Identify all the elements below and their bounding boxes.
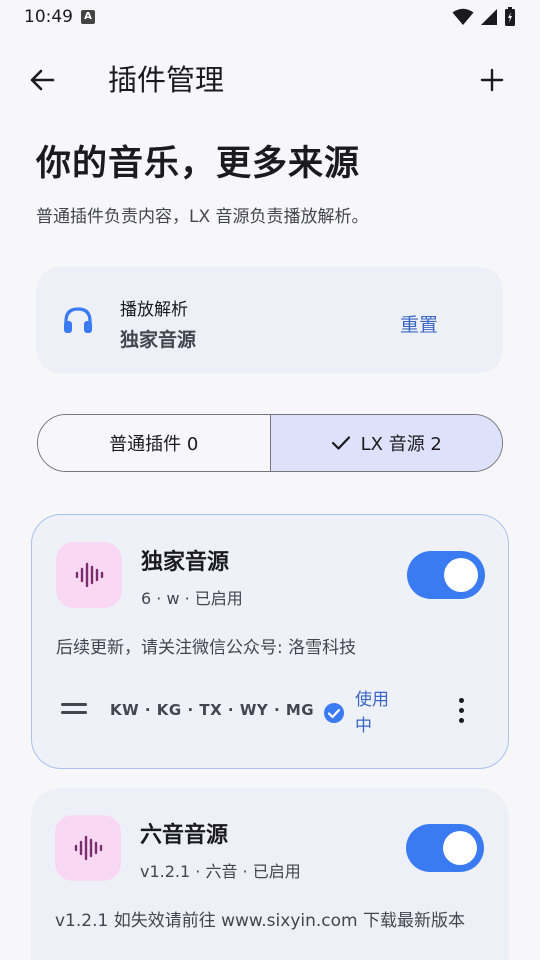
add-plugin-button[interactable] <box>472 60 512 100</box>
toggle-knob <box>444 558 478 592</box>
wifi-icon <box>452 8 474 25</box>
plugin-type-tabs: 普通插件 0 LX 音源 2 <box>37 414 503 472</box>
plugin-description: v1.2.1 如失效请前往 www.sixyin.com 下载最新版本 <box>55 911 465 931</box>
in-use-label: 使用中 <box>355 690 389 736</box>
hero-title: 你的音乐，更多来源 <box>36 144 361 184</box>
in-use-indicator: 使用中 <box>323 687 395 739</box>
tab-lx-sources[interactable]: LX 音源 2 <box>270 415 502 471</box>
plugin-name: 独家音源 <box>141 550 230 575</box>
back-button[interactable] <box>22 60 62 100</box>
playback-resolver-card: 播放解析 独家音源 重置 <box>36 267 503 373</box>
tab-normal-plugins[interactable]: 普通插件 0 <box>38 415 271 471</box>
plugin-icon <box>55 815 121 881</box>
page-title: 插件管理 <box>108 63 225 97</box>
keyboard-badge-icon: A <box>81 10 95 24</box>
headphones-icon <box>64 307 92 333</box>
playback-label: 播放解析 <box>120 300 188 320</box>
audio-waveform-icon <box>74 835 103 861</box>
status-bar: 10:49 A <box>0 0 540 34</box>
plugin-card[interactable]: 六音音源 v1.2.1 · 六音 · 已启用 v1.2.1 如失效请前往 www… <box>31 788 509 960</box>
reset-button[interactable]: 重置 <box>400 310 438 337</box>
toggle-knob <box>443 831 477 865</box>
battery-icon <box>505 7 515 26</box>
plugin-enable-toggle[interactable] <box>407 551 485 599</box>
audio-waveform-icon <box>75 562 104 588</box>
arrow-back-icon <box>30 69 55 91</box>
plugin-name: 六音音源 <box>140 823 229 848</box>
plugin-card[interactable]: 独家音源 6 · w · 已启用 后续更新，请关注微信公众号: 洛雪科技 KW … <box>31 514 509 769</box>
plugin-icon <box>56 542 122 608</box>
status-time: 10:49 <box>24 7 73 27</box>
drag-handle-icon[interactable] <box>61 703 87 717</box>
top-app-bar: 插件管理 <box>0 50 540 110</box>
cell-signal-icon <box>481 9 497 25</box>
status-icons <box>452 7 516 27</box>
tab-lx-sources-label: LX 音源 2 <box>360 434 442 455</box>
tab-normal-plugins-label: 普通插件 0 <box>109 434 199 455</box>
plugin-description: 后续更新，请关注微信公众号: 洛雪科技 <box>56 638 357 658</box>
check-icon <box>331 436 350 450</box>
playback-value: 独家音源 <box>120 329 197 351</box>
plugin-sources: KW · KG · TX · WY · MG <box>110 701 315 719</box>
hero-subtitle: 普通插件负责内容，LX 音源负责播放解析。 <box>36 207 369 227</box>
plus-icon <box>480 68 504 92</box>
plugin-enable-toggle[interactable] <box>406 824 484 872</box>
check-circle-icon <box>324 703 344 723</box>
more-options-icon[interactable] <box>446 695 476 725</box>
plugin-meta: 6 · w · 已启用 <box>141 589 243 608</box>
plugin-meta: v1.2.1 · 六音 · 已启用 <box>140 862 301 881</box>
